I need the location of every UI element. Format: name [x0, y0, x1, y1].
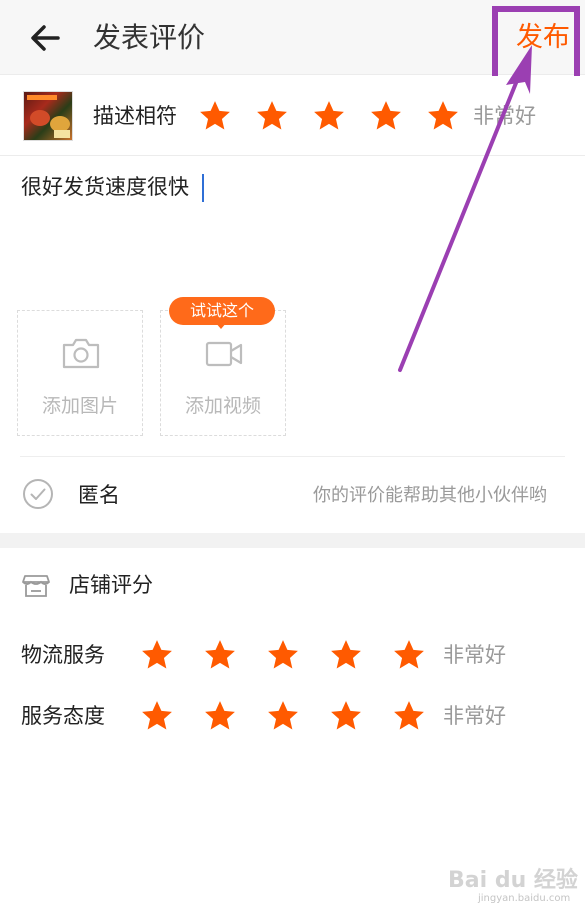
star-icon[interactable]	[312, 99, 346, 133]
watermark-url: jingyan.baidu.com	[478, 893, 571, 904]
star-icon[interactable]	[140, 699, 174, 733]
logistics-rating-verdict: 非常好	[443, 643, 506, 667]
comment-textarea[interactable]: 很好发货速度很快	[21, 172, 189, 202]
service-attitude-rating-verdict: 非常好	[443, 704, 506, 728]
star-icon[interactable]	[266, 638, 300, 672]
add-photo-button[interactable]: 添加图片	[17, 310, 143, 436]
star-icon[interactable]	[203, 699, 237, 733]
product-rating-label: 描述相符	[93, 104, 177, 128]
shop-rating-title: 店铺评分	[69, 573, 153, 597]
watermark-brand: Bai du 经验	[448, 868, 578, 893]
back-button[interactable]	[22, 18, 72, 58]
star-icon[interactable]	[369, 99, 403, 133]
camera-icon	[62, 338, 100, 369]
star-icon[interactable]	[426, 99, 460, 133]
star-icon[interactable]	[203, 638, 237, 672]
logistics-rating-label: 物流服务	[21, 643, 105, 667]
service-attitude-rating-label: 服务态度	[21, 704, 105, 728]
anonymous-toggle-label[interactable]: 匿名	[78, 480, 120, 510]
star-icon[interactable]	[329, 638, 363, 672]
video-camera-icon	[205, 341, 243, 367]
star-icon[interactable]	[266, 699, 300, 733]
add-video-label: 添加视频	[184, 395, 261, 417]
product-rating-row: 描述相符 非常好	[0, 76, 585, 156]
star-icon[interactable]	[255, 99, 289, 133]
product-thumbnail	[23, 91, 73, 141]
divider	[20, 456, 565, 457]
add-photo-label: 添加图片	[41, 395, 118, 417]
text-cursor	[202, 174, 204, 202]
store-icon	[22, 575, 50, 597]
product-rating-verdict: 非常好	[473, 104, 536, 128]
section-separator	[0, 533, 585, 548]
try-this-badge: 试试这个	[169, 297, 275, 325]
page-title: 发表评价	[93, 21, 206, 54]
star-icon[interactable]	[140, 638, 174, 672]
star-icon[interactable]	[329, 699, 363, 733]
anonymous-hint: 你的评价能帮助其他小伙伴哟	[313, 485, 547, 506]
star-icon[interactable]	[392, 638, 426, 672]
check-circle-icon[interactable]	[22, 478, 54, 510]
arrow-left-icon	[31, 25, 60, 51]
badge-pointer	[215, 322, 227, 329]
star-icon[interactable]	[198, 99, 232, 133]
star-icon[interactable]	[392, 699, 426, 733]
